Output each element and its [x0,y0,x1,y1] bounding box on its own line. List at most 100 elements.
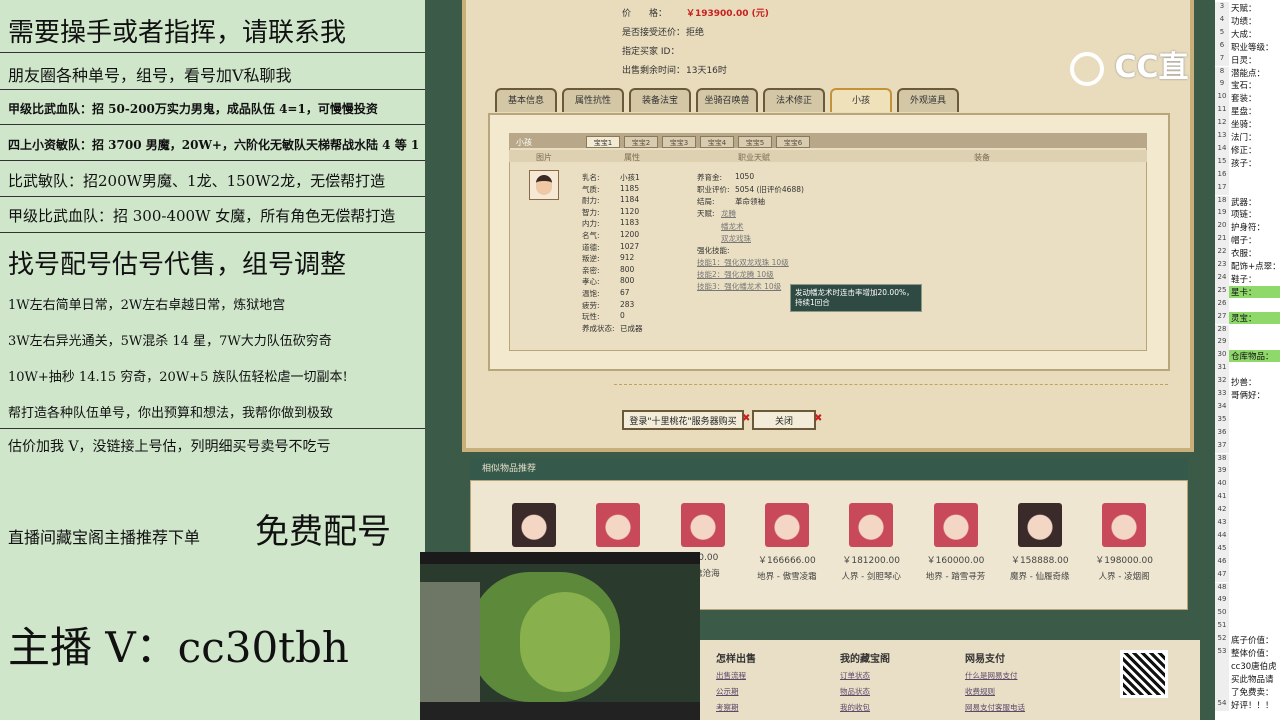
character-portrait[interactable] [764,503,809,547]
sheet-cell[interactable]: 整体价值： [1231,647,1274,659]
tab-children[interactable]: 小孩 [830,88,892,112]
sheet-cell[interactable]: 买此物品请 [1231,673,1274,685]
sheet-cell[interactable]: 了免费卖： [1231,686,1274,698]
buy-on-server-button[interactable]: 登录"十里桃花"服务器购买 [622,410,744,430]
sheet-cell[interactable]: 星卡： [1231,286,1257,298]
tab-baby-2[interactable]: 宝宝2 [624,136,658,148]
child-stat-row: 智力: 1120 [582,207,639,218]
row-number: 42 [1215,505,1229,518]
stat-value: 1183 [620,218,640,228]
streamer-contact: 主播 V：cc30tbh [8,623,349,672]
career-label: 职业评价: [697,185,730,194]
row-number: 11 [1215,105,1229,119]
sheet-cell[interactable]: 抄兽： [1231,376,1257,388]
similar-item[interactable]: ￥158888.00 魔界 - 仙履奇缘 [1000,503,1080,582]
character-portrait[interactable] [680,503,725,547]
sheet-cell[interactable]: 好评！！！ [1231,699,1274,711]
sheet-cell[interactable]: 护身符： [1231,221,1265,233]
sheet-cell[interactable]: 潜能点： [1231,67,1265,79]
sheet-cell[interactable]: 大成： [1231,28,1257,40]
row-number: 24 [1215,272,1229,286]
character-portrait[interactable] [1102,503,1147,547]
tab-baby-4[interactable]: 宝宝4 [700,136,734,148]
sheet-cell[interactable]: 天赋： [1231,2,1257,14]
sheet-cell[interactable]: 孩子： [1231,157,1257,169]
tab-basic-info[interactable]: 基本信息 [495,88,557,112]
similar-item[interactable] [494,503,574,553]
footer-link[interactable]: 出售流程 [716,670,746,681]
tab-attributes[interactable]: 属性抗性 [562,88,624,112]
footer-link[interactable]: 我的收包 [840,702,870,713]
row-number: 10 [1215,92,1229,106]
close-button[interactable]: 关闭 [752,410,816,430]
row-number: 49 [1215,595,1229,609]
price-row: 价 格： ￥193900.00 (元) [622,6,769,19]
sheet-cell[interactable]: 鞋子： [1231,273,1257,285]
similar-item[interactable]: ￥160000.00 地界 - 踏雪寻芳 [916,503,996,582]
child-stat-row: 名气: 1200 [582,230,639,241]
row-number: 47 [1215,569,1229,583]
ad-line: 直播间藏宝阁主播推荐下单 [8,528,201,547]
similar-item[interactable]: ￥181200.00 人界 - 剑胆琴心 [831,503,911,582]
similar-item[interactable]: ￥166666.00 地界 - 傲雪凌霜 [747,503,827,582]
sheet-cell[interactable]: 宝石： [1231,79,1257,91]
footer-link[interactable]: 订单状态 [840,670,870,681]
sheet-cell[interactable]: 灵宝： [1231,312,1257,324]
sheet-cell[interactable]: 职业等级： [1231,41,1274,53]
skill-link-2[interactable]: 技能2：强化龙腾 10级 [697,269,774,280]
character-portrait[interactable] [849,503,894,547]
sheet-cell[interactable]: 哥俩好： [1231,389,1265,401]
row-number: 9 [1215,79,1229,93]
row-number: 31 [1215,363,1229,377]
footer-link[interactable]: 物品状态 [840,686,870,697]
row-number: 20 [1215,221,1229,235]
sheet-cell[interactable]: cc30唐伯虎 [1231,660,1277,672]
footer-link[interactable]: 什么是网易支付 [965,670,1018,681]
tab-baby-3[interactable]: 宝宝3 [662,136,696,148]
career-label: 养育金: [697,173,723,182]
row-number: 34 [1215,401,1229,415]
footer-link[interactable]: 网易支付客服电话 [965,702,1025,713]
row-number: 13 [1215,131,1229,144]
item-server: 魔界 - 仙履奇缘 [1010,572,1070,582]
skill-link-1[interactable]: 技能1：强化双龙戏珠 10级 [697,257,789,268]
sheet-cell[interactable]: 仓库物品： [1231,350,1274,362]
tab-appearance[interactable]: 外观道具 [897,88,959,112]
similar-item[interactable] [578,503,658,553]
character-portrait[interactable] [1017,503,1062,547]
sheet-cell[interactable]: 衣服： [1231,247,1257,259]
footer-link[interactable]: 公示期 [716,686,739,697]
tab-baby-5[interactable]: 宝宝5 [738,136,772,148]
career-row: 养育金: 1050 [697,172,754,183]
character-portrait[interactable] [933,503,978,547]
sheet-cell[interactable]: 功绩： [1231,15,1257,27]
stat-value: 1184 [620,195,640,205]
tab-baby-1[interactable]: 宝宝1 [586,136,620,148]
sheet-cell[interactable]: 坐骑： [1231,118,1257,130]
character-portrait[interactable] [596,503,641,547]
sheet-cell[interactable]: 底子价值： [1231,634,1274,646]
sheet-cell[interactable]: 武器： [1231,196,1257,208]
footer-link[interactable]: 考察期 [716,702,739,713]
character-portrait[interactable] [512,503,556,547]
divider [0,89,425,90]
sheet-cell[interactable]: 项链： [1231,208,1257,220]
tab-baby-6[interactable]: 宝宝6 [776,136,810,148]
footer-link[interactable]: 收费规则 [965,686,995,697]
skill-link-3[interactable]: 技能3：强化幡龙术 10级 [697,281,781,292]
row-number [1215,659,1229,673]
sheet-cell[interactable]: 日灵： [1231,54,1257,66]
row-number: 12 [1215,118,1229,131]
sheet-cell[interactable]: 套装： [1231,92,1257,104]
price-value: ￥193900.00 (元) [686,9,769,19]
sheet-cell[interactable]: 修正： [1231,144,1257,156]
sheet-cell[interactable]: 星盘： [1231,105,1257,117]
tab-mounts-pets[interactable]: 坐骑召唤兽 [696,88,758,112]
tab-equipment[interactable]: 装备法宝 [629,88,691,112]
remain-label: 出售剩余时间： [622,66,686,76]
sheet-cell[interactable]: 帽子： [1231,234,1257,246]
tab-spell-correction[interactable]: 法术修正 [763,88,825,112]
similar-item[interactable]: ￥198000.00 人界 - 凌烟阁 [1084,503,1164,582]
sheet-cell[interactable]: 配饰+点翠： [1231,260,1280,272]
sheet-cell[interactable]: 法门： [1231,131,1257,143]
